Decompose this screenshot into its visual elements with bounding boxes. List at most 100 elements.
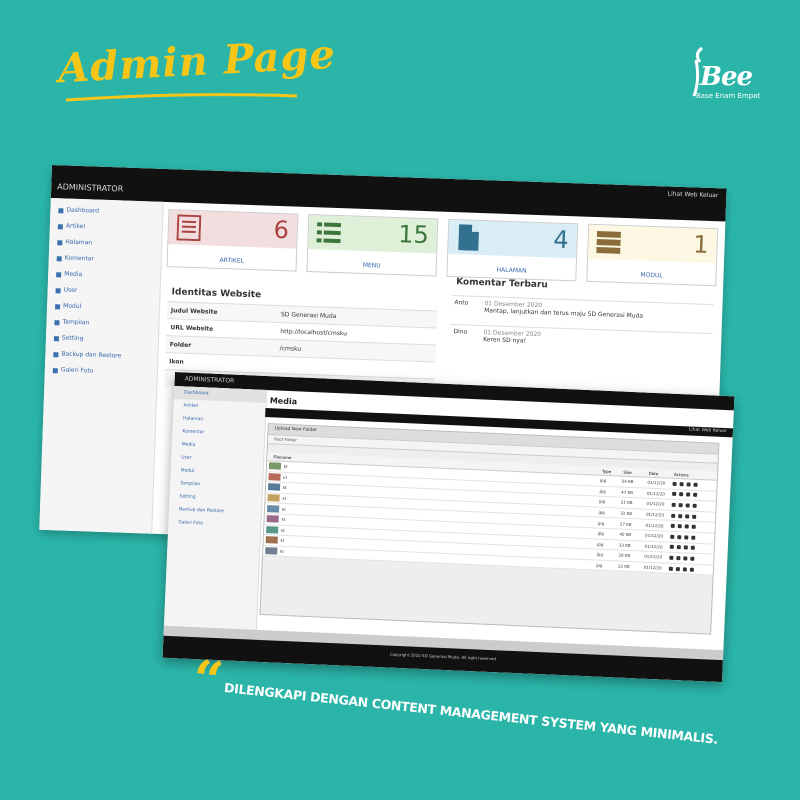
edit-icon[interactable] [686,492,691,497]
tagline: DILENGKAPI DENGAN CONTENT MANAGEMENT SYS… [223,680,719,747]
download-icon[interactable] [679,492,684,497]
download-icon[interactable] [679,481,685,487]
download-icon[interactable] [677,534,682,540]
brand-wordmark: Bee [700,62,753,92]
file-size: 28 KB [618,552,631,559]
file-date: 01/12/20 [645,522,664,529]
stat-value: 15 [397,220,430,250]
file-actions [673,481,717,488]
file-size: 22 KB [617,563,630,570]
sidebar-item[interactable]: Galeri Foto [168,516,260,533]
identity-value: SD Generasi Muda [280,310,337,320]
view-icon[interactable] [671,513,676,518]
edit-icon[interactable] [685,524,690,529]
edit-icon[interactable] [686,482,692,487]
sidebar-item[interactable]: Galeri Foto [45,362,157,382]
stat-card-halaman[interactable]: 4 HALAMAN [446,218,579,282]
identity-value: /cmsku [279,344,302,353]
top-links[interactable]: Lihat Web Keluar [689,427,727,434]
file-actions [672,502,716,509]
file-size: 47 KB [621,489,634,495]
download-icon[interactable] [678,524,683,529]
view-icon[interactable] [670,545,675,550]
download-icon[interactable] [676,556,681,561]
view-icon[interactable] [670,534,675,539]
view-icon[interactable] [669,566,674,571]
download-icon[interactable] [677,545,682,550]
file-size: 54 KB [621,478,634,485]
edit-icon[interactable] [686,503,691,508]
file-thumbnail [266,515,279,523]
delete-icon[interactable] [693,482,699,487]
sidebar-item-label: User [63,286,78,294]
media-screenshot: ADMINISTRATOR Dashboard Artikel Halaman Kom… [162,372,735,683]
sidebar-item-icon [54,303,61,309]
comment-author: Anto [454,299,469,307]
view-icon[interactable] [671,523,676,529]
file-date: 01/12/20 [643,564,662,571]
file-manager: Upload New Folder Root Folder Filename Ty… [259,423,720,635]
comment-body: 01 Desember 2020 Keren SD nya! [483,329,541,353]
stat-value: 4 [552,225,570,255]
comment-body: 01 Desember 2020 Mantap, lanjutkan dan te… [484,300,644,328]
file-actions [672,492,717,498]
view-icon[interactable] [673,481,678,486]
column-header[interactable]: Size [623,469,649,475]
file-thumbnail [267,483,281,492]
delete-icon[interactable] [690,567,695,572]
identity-key: Judul Website [170,306,218,316]
file-size: 21 KB [620,500,633,506]
column-header[interactable]: Date [649,470,675,476]
stat-value: 6 [273,215,290,245]
delete-icon[interactable] [692,514,697,519]
view-icon[interactable] [669,555,674,560]
file-thumbnail [265,547,278,555]
edit-icon[interactable] [684,545,689,550]
column-header[interactable]: Actions [674,471,717,478]
file-list: Filename Type Size Date Actions kt jpg 54 KB 01… [263,452,718,576]
stat-value: 1 [692,230,710,259]
file-date: 01/12/20 [644,532,664,539]
sidebar-item-icon [53,335,60,341]
delete-icon[interactable] [691,546,696,551]
brand-subtitle: Base Enam Empat [696,92,761,100]
sidebar-item-label: Modul [62,302,82,311]
download-icon[interactable] [679,503,684,508]
file-thumbnail [266,504,280,513]
file-type: jpg [599,488,606,494]
identity-key: Folder [169,340,192,349]
edit-icon[interactable] [684,535,689,540]
download-icon[interactable] [676,566,681,571]
sidebar-item-label: Media [64,270,83,279]
sidebar-item-icon [57,239,63,245]
page-title: Media [269,396,298,407]
file-icon [458,224,479,251]
file-date: 01/12/20 [646,501,665,507]
view-icon[interactable] [672,492,677,497]
delete-icon[interactable] [692,524,697,530]
admin-brand: ADMINISTRATOR [57,182,124,194]
edit-icon[interactable] [685,513,690,519]
file-type: jpg [596,552,604,558]
stat-card-artikel[interactable]: 6 ARTIKEL [166,209,299,272]
file-type: jpg [597,541,604,547]
sidebar-item-label: Dashboard [66,206,100,215]
delete-icon[interactable] [690,556,695,561]
file-thumbnail [266,525,279,534]
edit-icon[interactable] [683,556,688,561]
view-icon[interactable] [672,502,677,507]
quote-mark-icon: “ [189,648,227,713]
delete-icon[interactable] [691,535,696,540]
file-type: jpg [597,530,604,537]
stat-label: ARTIKEL [219,256,245,265]
stat-card-menu[interactable]: 15 MENU [306,213,439,277]
file-type: jpg [598,499,606,505]
stat-card-modul[interactable]: 1 MODUL [586,223,719,287]
download-icon[interactable] [678,513,683,518]
top-links[interactable]: Lihat Web Keluar [668,191,719,200]
sidebar-item-label: Artikel [65,222,86,231]
delete-icon[interactable] [693,493,698,498]
delete-icon[interactable] [693,503,698,508]
edit-icon[interactable] [683,566,688,572]
column-header[interactable]: Type [602,468,624,474]
